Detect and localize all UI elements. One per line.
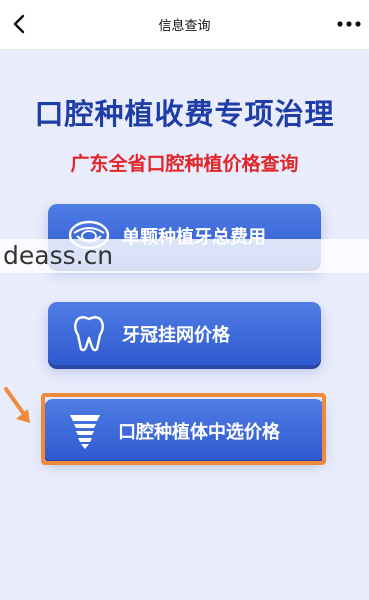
button-label: 口腔种植体中选价格	[118, 422, 280, 443]
main-heading: 口腔种植收费专项治理	[34, 97, 335, 131]
page-title: 信息查询	[158, 19, 211, 34]
tooth-icon	[74, 316, 104, 352]
watermark-banner: deass.cn	[0, 239, 369, 273]
button-label: 牙冠挂网价格	[122, 325, 230, 346]
top-bar: 信息查询	[0, 0, 369, 50]
sub-heading: 广东全省口腔种植价格查询	[70, 153, 299, 175]
content-area: 口腔种植收费专项治理 广东全省口腔种植价格查询 单颗种植牙总费用 牙冠挂网价格 …	[0, 50, 369, 600]
pointer-arrow-icon	[4, 387, 30, 423]
implant-screw-icon	[70, 415, 100, 449]
implant-selected-price-button[interactable]: 口腔种植体中选价格	[44, 399, 324, 460]
more-options-icon[interactable]	[335, 16, 363, 32]
crown-online-price-button[interactable]: 牙冠挂网价格	[48, 302, 321, 365]
watermark-text: deass.cn	[3, 241, 114, 270]
